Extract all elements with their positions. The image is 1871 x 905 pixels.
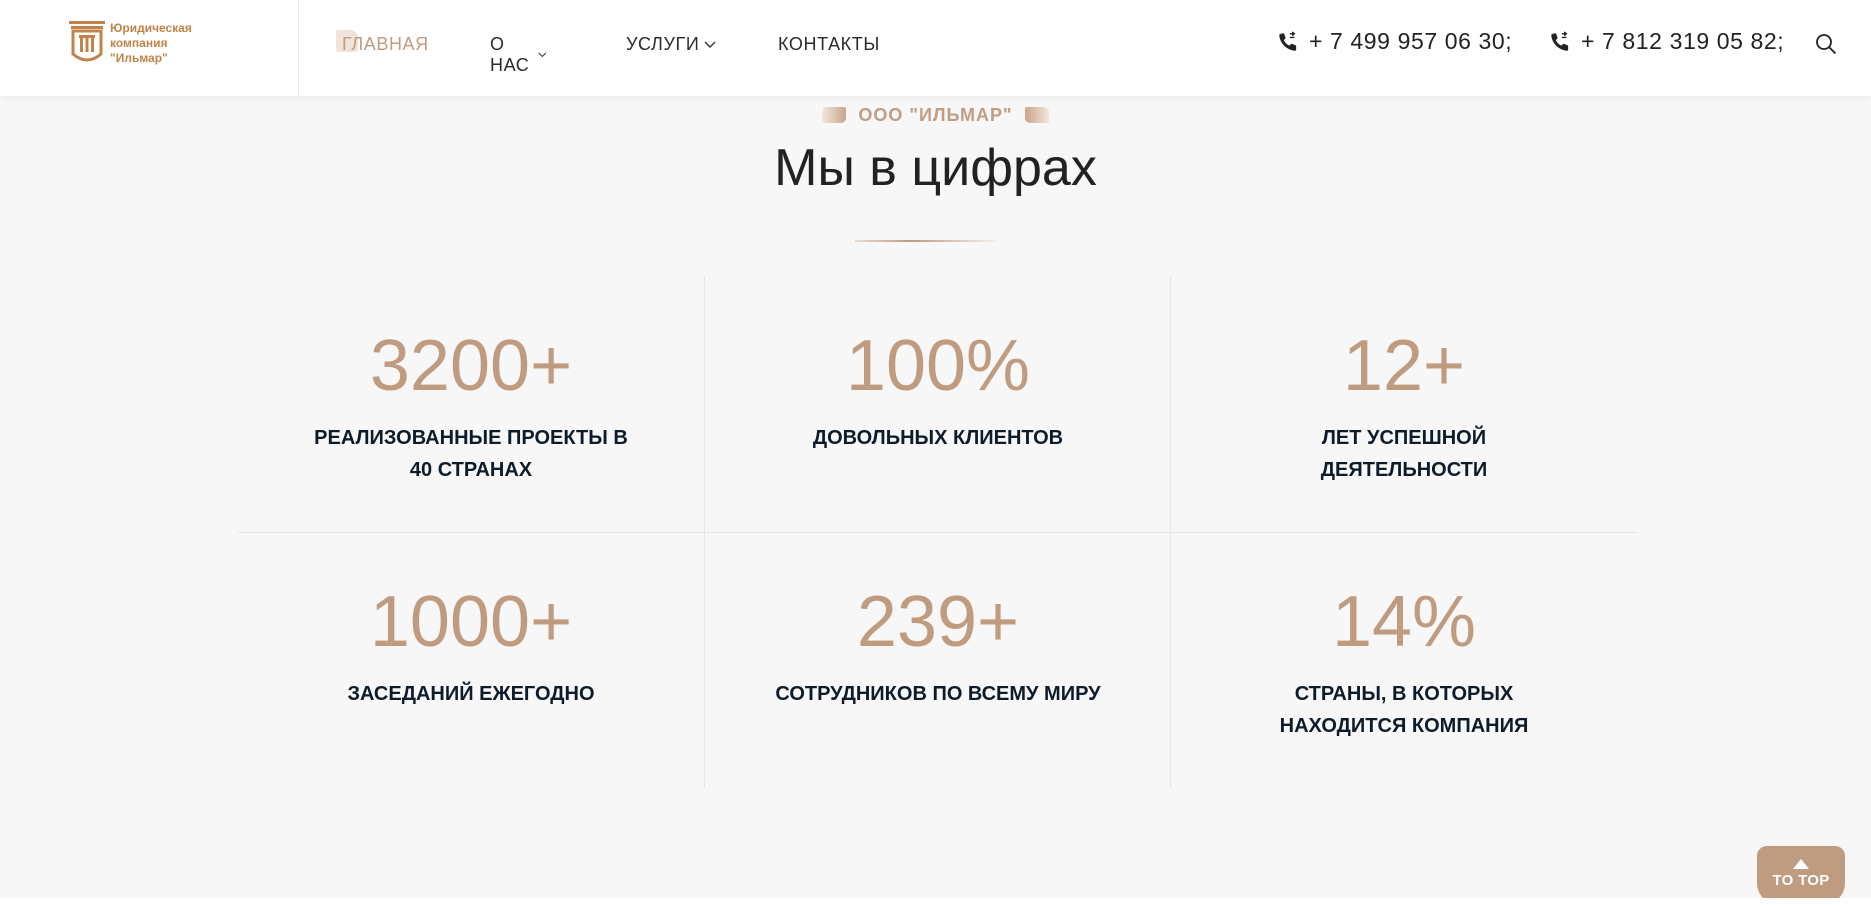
stat-value: 3200+ <box>369 326 573 406</box>
section-eyebrow: ООО "ИЛЬМАР" <box>0 103 1871 127</box>
eyebrow-decoration-right <box>1024 107 1049 123</box>
nav-item-services[interactable]: УСЛУГИ <box>626 34 716 55</box>
column-pillar-icon <box>69 21 105 62</box>
eyebrow-decoration-left <box>822 107 847 123</box>
section-title: Мы в цифрах <box>774 139 1097 197</box>
stat-value: 1000+ <box>369 582 573 662</box>
arrow-up-icon <box>1793 859 1809 869</box>
stat-item: 100% ДОВОЛЬНЫХ КЛИЕНТОВ <box>705 276 1171 532</box>
stat-value: 12+ <box>1342 326 1466 406</box>
logo-text: Юридическая компания "Ильмар" <box>110 21 192 65</box>
stat-item: 12+ ЛЕТ УСПЕШНОЙ ДЕЯТЕЛЬНОСТИ <box>1171 276 1637 532</box>
phone-icon <box>1551 30 1569 51</box>
site-header: Юридическая компания "Ильмар" ГЛАВНАЯ О … <box>0 0 1871 96</box>
logo[interactable]: Юридическая компания "Ильмар" <box>68 20 192 66</box>
stats-grid: 3200+ РЕАЛИЗОВАННЫЕ ПРОЕКТЫ В 40 СТРАНАХ… <box>238 276 1638 788</box>
phone-number: + 7 499 957 06 30; <box>1309 28 1513 54</box>
nav-item-label: О НАС <box>490 34 530 75</box>
nav-item-label: ГЛАВНАЯ <box>342 34 429 54</box>
stat-label: СОТРУДНИКОВ ПО ВСЕМУ МИРУ <box>775 683 1101 705</box>
nav-item-label: УСЛУГИ <box>626 34 700 54</box>
nav-item-label: КОНТАКТЫ <box>778 34 880 54</box>
phone-icon <box>1279 30 1297 51</box>
stat-value: 14% <box>1331 582 1477 662</box>
nav-item-home[interactable]: ГЛАВНАЯ <box>342 34 429 55</box>
to-top-label: TO TOP <box>1772 872 1830 889</box>
stat-label: ДОВОЛЬНЫХ КЛИЕНТОВ <box>812 427 1064 449</box>
chevron-down-icon <box>538 52 547 58</box>
eyebrow-text: ООО "ИЛЬМАР" <box>858 104 1013 125</box>
stat-value: 239+ <box>856 582 1020 662</box>
stat-label: РЕАЛИЗОВАННЫЕ ПРОЕКТЫ В 40 СТРАНАХ <box>314 427 628 481</box>
to-top-button[interactable]: TO TOP <box>1757 846 1845 905</box>
stat-label: ЗАСЕДАНИЙ ЕЖЕГОДНО <box>347 683 595 705</box>
stat-value: 100% <box>845 326 1031 406</box>
stat-label: СТРАНЫ, В КОТОРЫХ НАХОДИТСЯ КОМПАНИЯ <box>1279 683 1529 737</box>
search-button[interactable] <box>1815 33 1837 60</box>
nav-item-contacts[interactable]: КОНТАКТЫ <box>778 34 880 55</box>
logo-cell: Юридическая компания "Ильмар" <box>0 0 299 96</box>
stat-item: 14% СТРАНЫ, В КОТОРЫХ НАХОДИТСЯ КОМПАНИЯ <box>1171 532 1637 788</box>
bottom-strip <box>0 898 1871 905</box>
phone-link-spb[interactable]: + 7 812 319 05 82; <box>1549 28 1784 55</box>
title-underline <box>855 240 995 242</box>
stat-item: 1000+ ЗАСЕДАНИЙ ЕЖЕГОДНО <box>238 532 704 788</box>
phone-number: + 7 812 319 05 82; <box>1581 28 1785 54</box>
stat-label: ЛЕТ УСПЕШНОЙ ДЕЯТЕЛЬНОСТИ <box>1320 427 1488 481</box>
chevron-down-icon <box>704 41 716 48</box>
nav-item-about[interactable]: О НАС <box>490 34 547 76</box>
stat-item: 239+ СОТРУДНИКОВ ПО ВСЕМУ МИРУ <box>705 532 1171 788</box>
search-icon <box>1816 34 1837 55</box>
stat-item: 3200+ РЕАЛИЗОВАННЫЕ ПРОЕКТЫ В 40 СТРАНАХ <box>238 276 704 532</box>
phone-link-moscow[interactable]: + 7 499 957 06 30; <box>1277 28 1512 55</box>
